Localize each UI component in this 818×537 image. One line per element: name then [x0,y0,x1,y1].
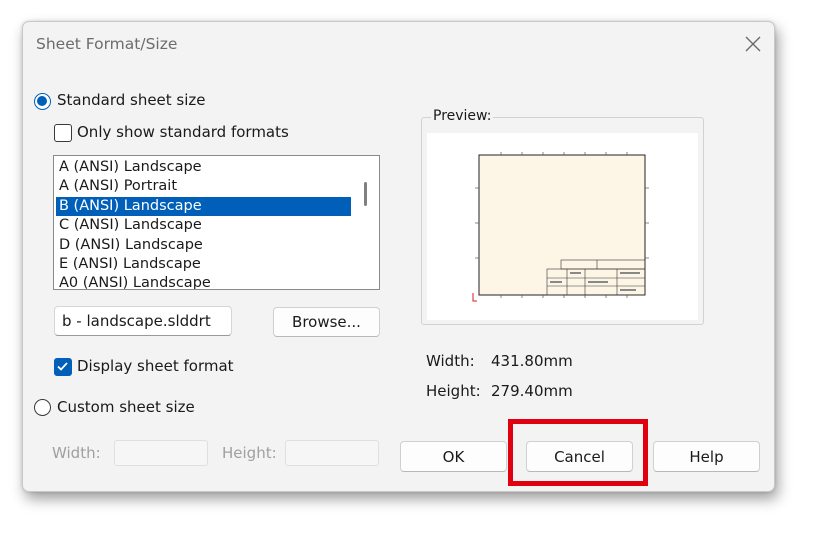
custom-size-label: Custom sheet size [57,398,195,416]
sheet-format-file-field[interactable]: b - landscape.slddrt [54,306,232,336]
list-scrollbar[interactable] [353,156,379,289]
display-sheet-format-label: Display sheet format [77,357,234,375]
sheet-format-file-value: b - landscape.slddrt [62,312,211,330]
browse-button[interactable]: Browse... [273,307,380,337]
dialog-title: Sheet Format/Size [36,35,178,53]
custom-height-input[interactable] [285,440,379,466]
ok-button[interactable]: OK [400,441,507,472]
sheet-size-listbox[interactable]: A (ANSI) Landscape A (ANSI) Portrait B (… [53,155,380,290]
help-button[interactable]: Help [653,441,760,472]
custom-size-radio[interactable] [34,399,51,416]
close-button[interactable] [739,30,767,58]
custom-width-label: Width: [52,444,101,462]
list-item-selected[interactable]: B (ANSI) Landscape [56,196,351,217]
list-item[interactable]: A (ANSI) Landscape [56,158,351,177]
standard-size-label: Standard sheet size [57,91,206,109]
width-value: 431.80mm [491,352,573,370]
checkmark-icon [57,362,68,371]
custom-width-input[interactable] [114,440,208,466]
custom-height-label: Height: [222,444,277,462]
list-item[interactable]: A0 (ANSI) Landscape [56,274,351,289]
only-standard-label: Only show standard formats [77,123,289,141]
only-standard-checkbox[interactable] [54,124,72,142]
sheet-format-dialog: Sheet Format/Size Standard sheet size On… [22,21,775,492]
width-label: Width: [426,352,475,370]
sheet-size-list: A (ANSI) Landscape A (ANSI) Portrait B (… [56,158,351,289]
list-item[interactable]: C (ANSI) Landscape [56,216,351,235]
height-value: 279.40mm [491,382,573,400]
display-sheet-format-checkbox[interactable] [54,358,72,376]
list-item[interactable]: D (ANSI) Landscape [56,236,351,255]
scroll-thumb[interactable] [364,182,367,206]
list-item[interactable]: E (ANSI) Landscape [56,255,351,274]
close-icon [745,36,761,52]
preview-canvas [427,133,698,320]
cancel-highlight-annotation [508,419,648,486]
sheet-preview-image [472,152,649,302]
standard-size-radio[interactable] [34,93,51,110]
height-label: Height: [426,382,481,400]
preview-group: Preview: [421,108,704,325]
list-item[interactable]: A (ANSI) Portrait [56,177,351,196]
preview-label: Preview: [431,108,494,124]
